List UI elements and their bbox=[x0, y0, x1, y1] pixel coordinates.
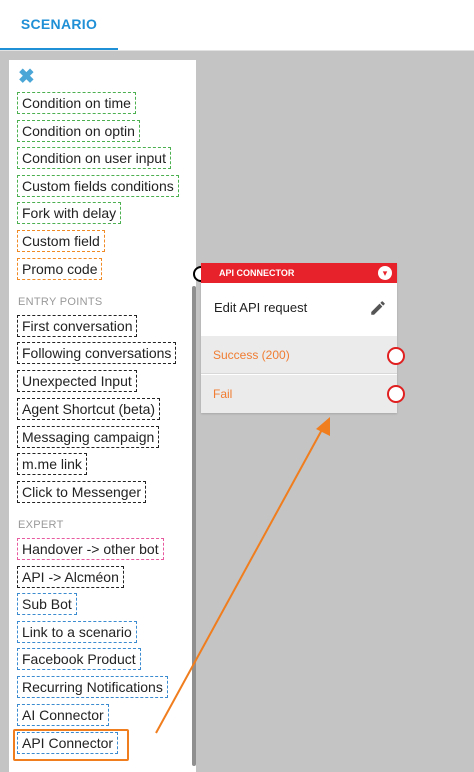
annotation-arrow bbox=[155, 417, 330, 734]
